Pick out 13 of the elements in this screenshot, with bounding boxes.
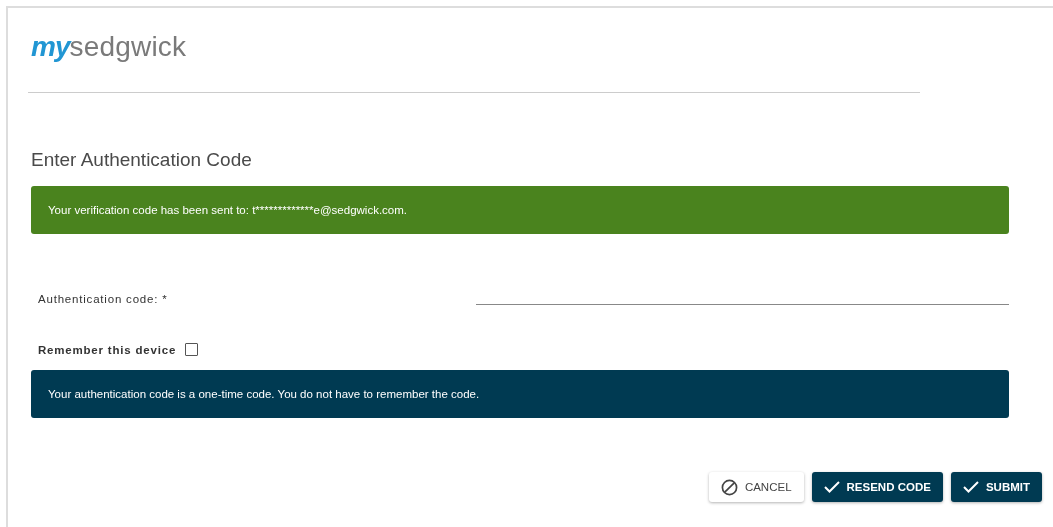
field-label: Authentication code: * [38,293,168,305]
check-icon [962,481,979,493]
info-banner: Your authentication code is a one-time code. You do not have to remember the code. [31,370,1009,418]
page-title: Enter Authentication Code [31,148,253,172]
logo: mysedgwick [31,30,188,64]
success-banner: Your verification code has been sent to: t*************e@sedgwick.com. [31,186,1009,234]
resend-button[interactable]: RESEND CODE [811,472,943,502]
cancel-icon [720,478,738,496]
cancel-button[interactable]: CANCEL [708,472,804,502]
submit-button[interactable]: SUBMIT [950,472,1042,502]
check-icon [823,481,840,493]
checkbox-label: Remember this device [38,343,177,356]
checkbox[interactable] [185,343,199,356]
